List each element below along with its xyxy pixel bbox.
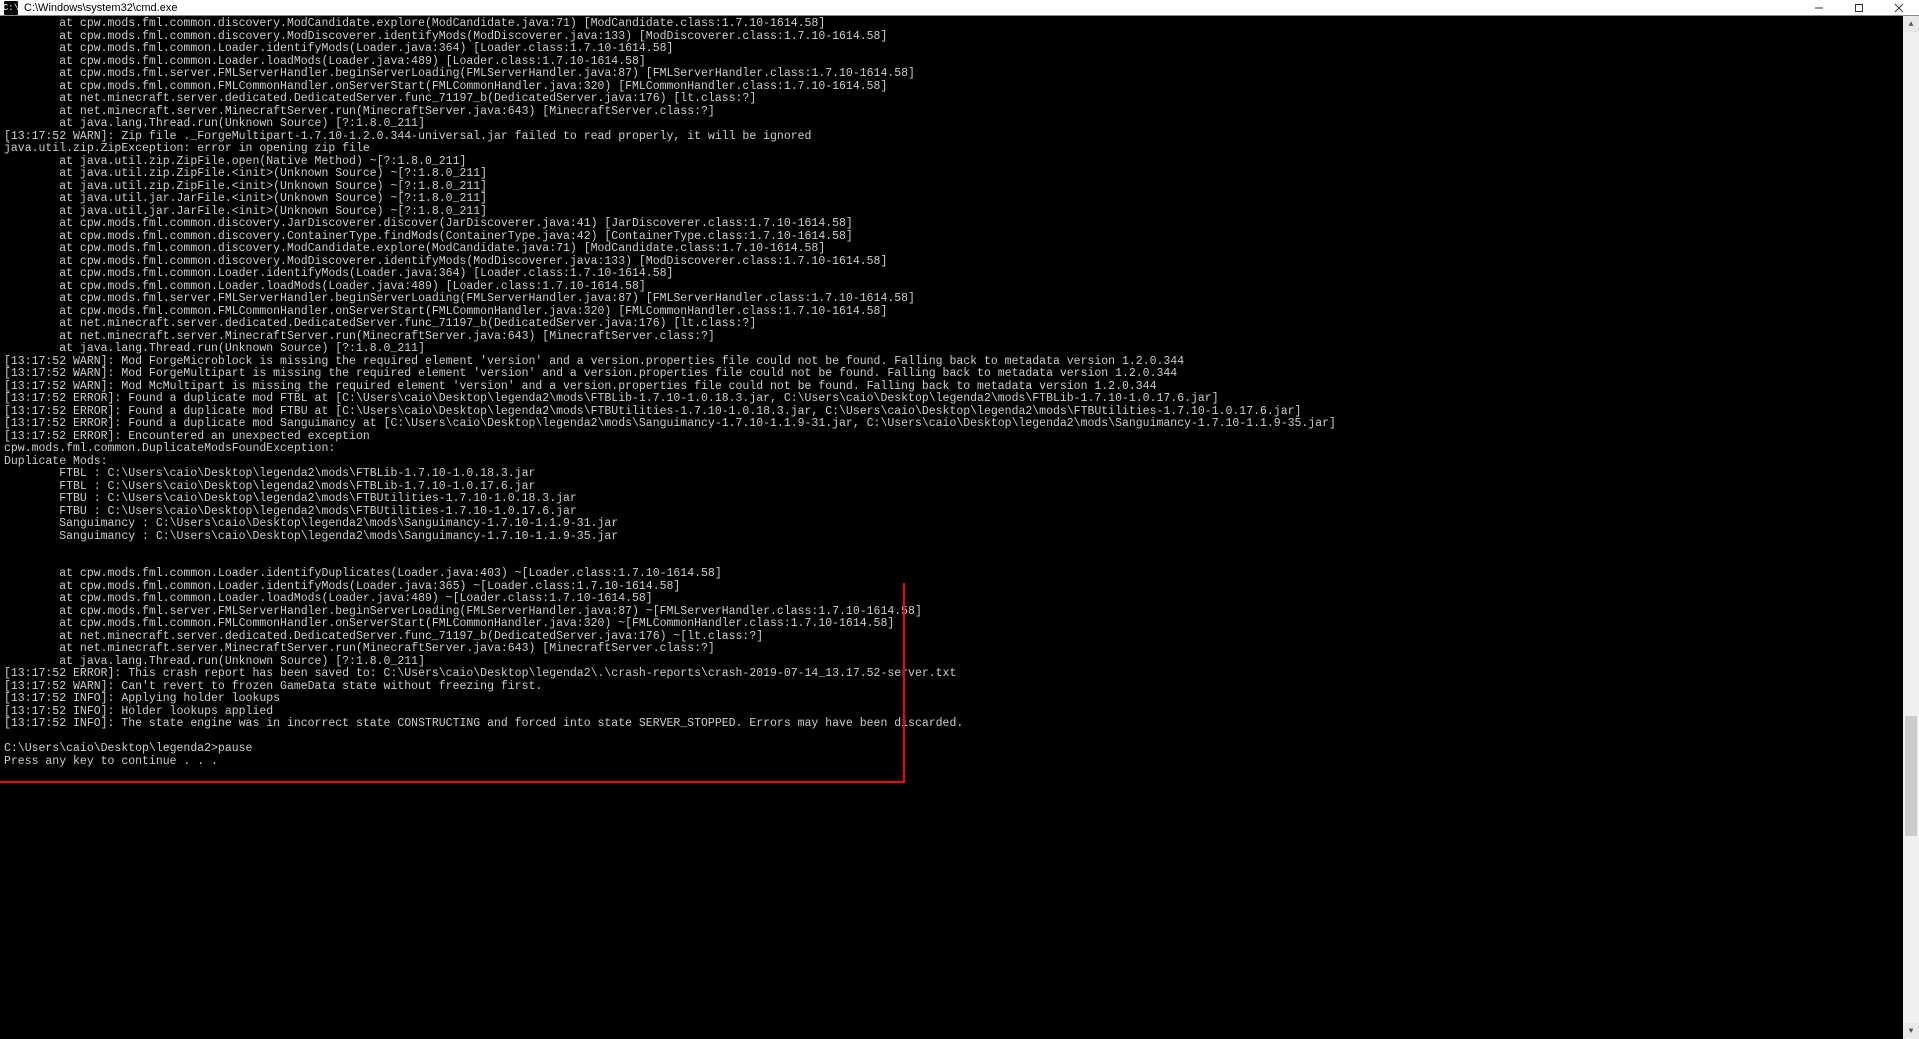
maximize-button[interactable] [1839, 0, 1879, 16]
vertical-scrollbar[interactable]: ▲ ▼ [1903, 16, 1919, 1039]
console-output[interactable]: at cpw.mods.fml.common.discovery.ModCand… [0, 16, 1919, 770]
scroll-up-arrow-icon[interactable]: ▲ [1903, 16, 1919, 32]
scroll-down-arrow-icon[interactable]: ▼ [1903, 1023, 1919, 1039]
window-controls [1799, 0, 1919, 16]
minimize-button[interactable] [1799, 0, 1839, 16]
close-button[interactable] [1879, 0, 1919, 16]
window-title: C:\Windows\system32\cmd.exe [22, 2, 1799, 14]
window-titlebar: C:\ C:\Windows\system32\cmd.exe [0, 0, 1919, 16]
maximize-icon [1854, 3, 1864, 13]
scrollbar-thumb[interactable] [1905, 716, 1917, 836]
minimize-icon [1814, 3, 1824, 13]
console-body: at cpw.mods.fml.common.discovery.ModCand… [0, 16, 1919, 1039]
cmd-icon: C:\ [4, 1, 18, 15]
close-icon [1894, 3, 1904, 13]
